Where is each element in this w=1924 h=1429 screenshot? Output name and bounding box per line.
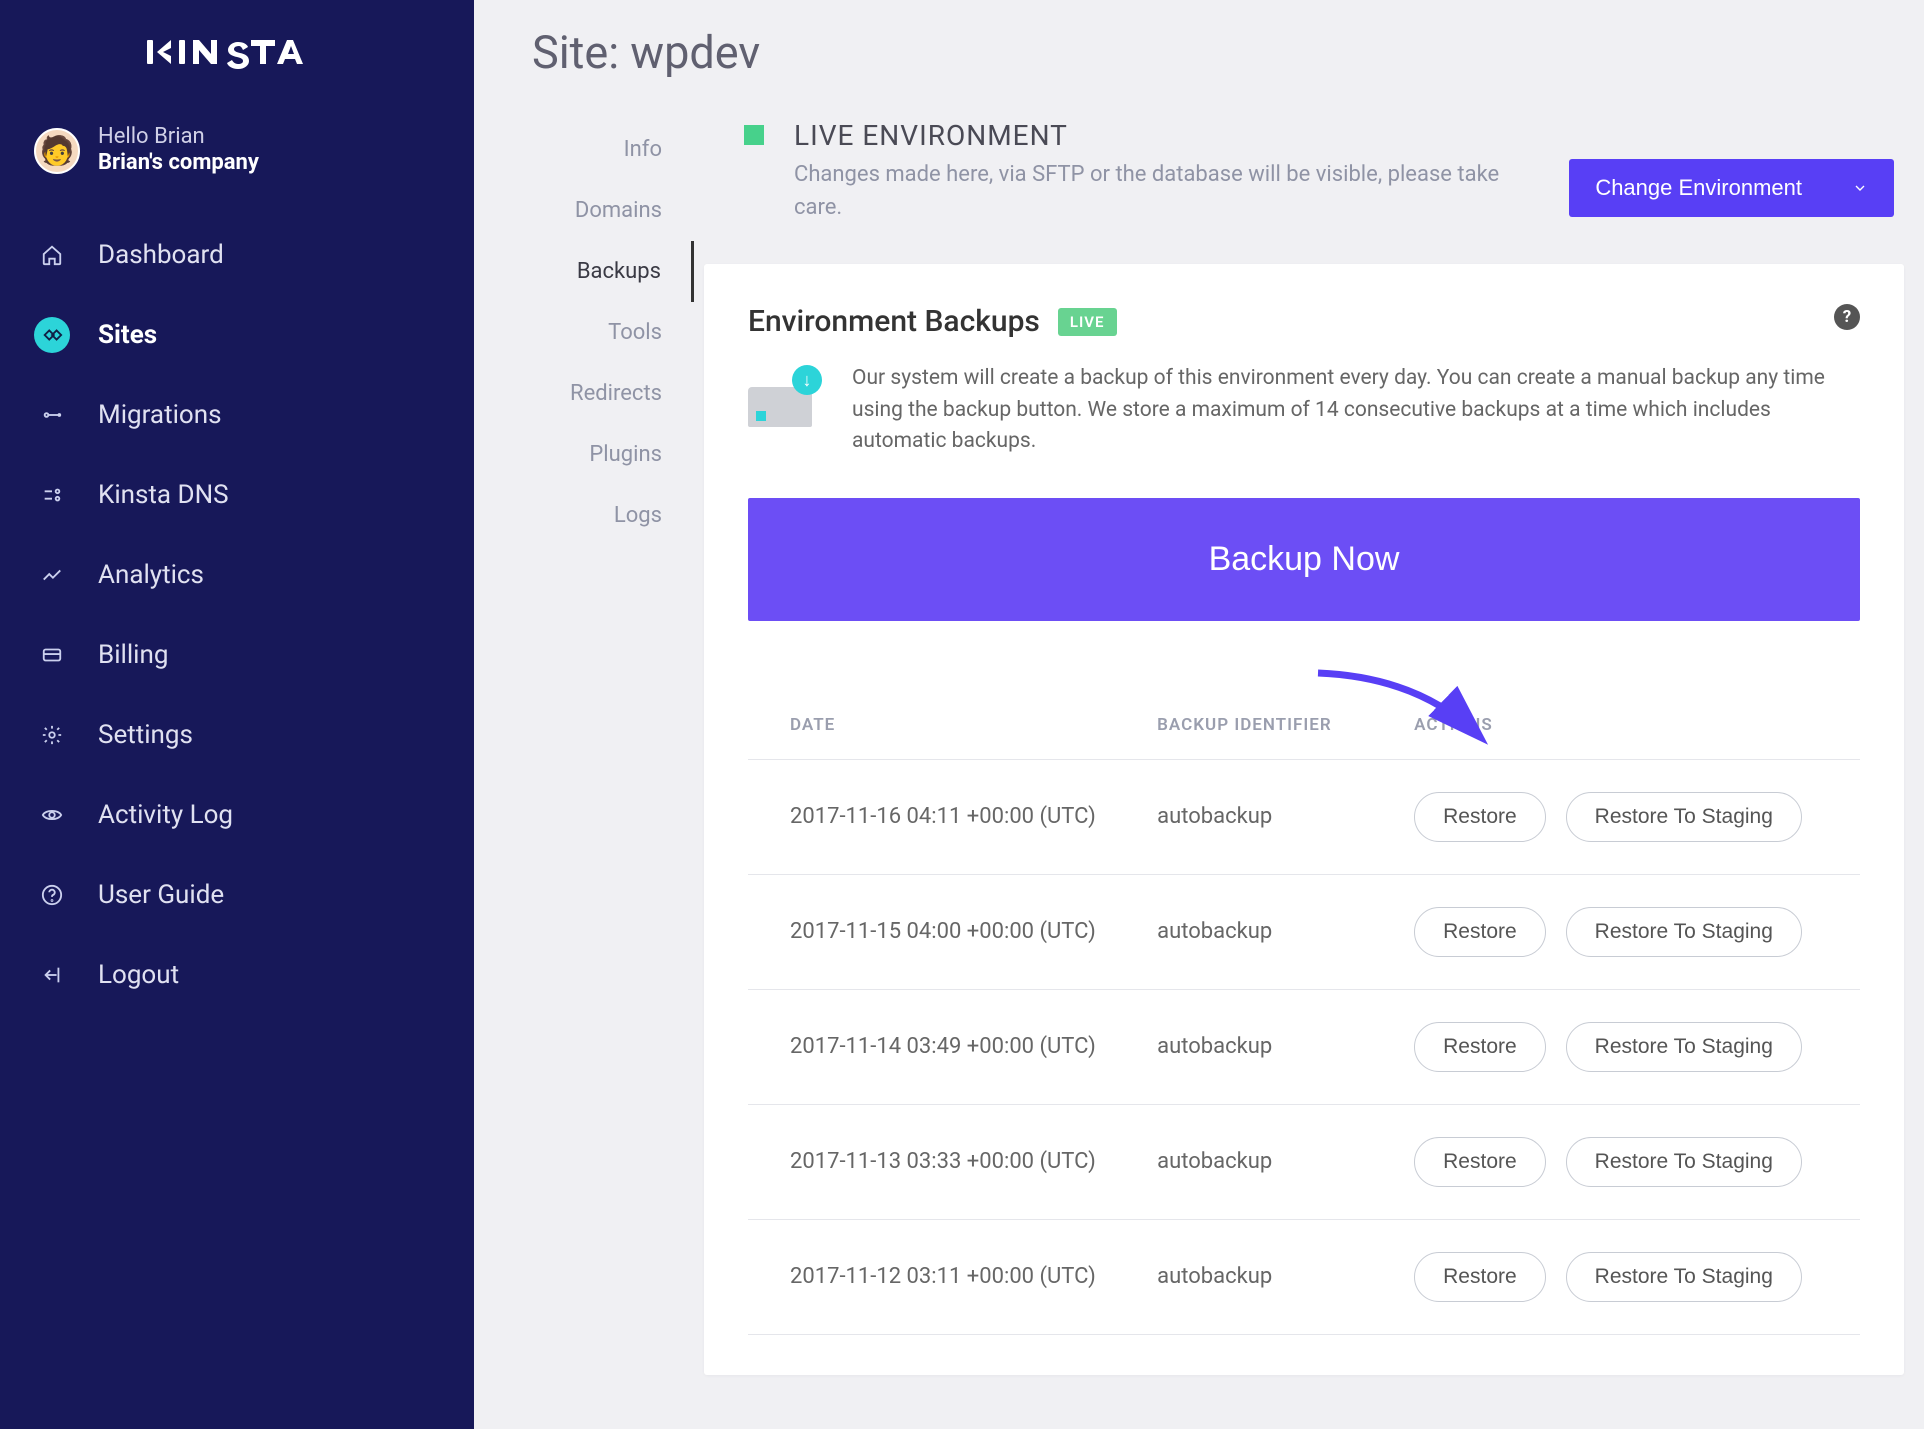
home-icon bbox=[34, 237, 70, 273]
restore-button[interactable]: Restore bbox=[1414, 792, 1546, 842]
restore-to-staging-button[interactable]: Restore To Staging bbox=[1566, 1022, 1802, 1072]
col-actions: ACTIONS bbox=[1414, 715, 1818, 735]
page-title: Site: wpdev bbox=[532, 26, 1904, 79]
env-title: LIVE ENVIRONMENT bbox=[794, 119, 1539, 152]
greeting: Hello Brian bbox=[98, 126, 259, 148]
sidebar-item-billing[interactable]: Billing bbox=[0, 615, 474, 695]
logout-icon bbox=[34, 957, 70, 993]
live-indicator-icon bbox=[744, 125, 764, 145]
guide-icon bbox=[34, 877, 70, 913]
restore-to-staging-button[interactable]: Restore To Staging bbox=[1566, 792, 1802, 842]
change-environment-button[interactable]: Change Environment bbox=[1569, 159, 1894, 217]
cell-date: 2017-11-16 04:11 +00:00 (UTC) bbox=[790, 804, 1157, 829]
table-row: 2017-11-15 04:00 +00:00 (UTC)autobackupR… bbox=[748, 875, 1860, 990]
sidebar-item-label: Sites bbox=[98, 320, 157, 350]
cell-identifier: autobackup bbox=[1157, 804, 1414, 829]
analytics-icon bbox=[34, 557, 70, 593]
cell-identifier: autobackup bbox=[1157, 1264, 1414, 1289]
backup-icon: ↓ bbox=[748, 363, 822, 458]
backups-card: ? Environment Backups LIVE ↓ Our system … bbox=[704, 264, 1904, 1375]
backup-now-button[interactable]: Backup Now bbox=[748, 498, 1860, 621]
sidebar-item-home[interactable]: Dashboard bbox=[0, 215, 474, 295]
restore-to-staging-button[interactable]: Restore To Staging bbox=[1566, 907, 1802, 957]
env-description: Changes made here, via SFTP or the datab… bbox=[794, 158, 1539, 224]
card-title: Environment Backups bbox=[748, 304, 1040, 339]
activity-icon bbox=[34, 797, 70, 833]
subnav-item-backups[interactable]: Backups bbox=[524, 241, 694, 302]
main: Site: wpdev InfoDomainsBackupsToolsRedir… bbox=[474, 0, 1924, 1429]
cell-date: 2017-11-13 03:33 +00:00 (UTC) bbox=[790, 1149, 1157, 1174]
sidebar-item-label: User Guide bbox=[98, 880, 224, 910]
cell-identifier: autobackup bbox=[1157, 1034, 1414, 1059]
dns-icon bbox=[34, 477, 70, 513]
migrations-icon bbox=[34, 397, 70, 433]
restore-to-staging-button[interactable]: Restore To Staging bbox=[1566, 1252, 1802, 1302]
chevron-down-icon bbox=[1852, 180, 1868, 196]
restore-button[interactable]: Restore bbox=[1414, 1022, 1546, 1072]
settings-icon bbox=[34, 717, 70, 753]
col-ident: BACKUP IDENTIFIER bbox=[1157, 715, 1414, 735]
sub-nav: InfoDomainsBackupsToolsRedirectsPluginsL… bbox=[524, 119, 694, 1375]
subnav-item-redirects[interactable]: Redirects bbox=[524, 363, 694, 424]
sidebar-item-migrations[interactable]: Migrations bbox=[0, 375, 474, 455]
environment-bar: LIVE ENVIRONMENT Changes made here, via … bbox=[704, 119, 1904, 264]
restore-button[interactable]: Restore bbox=[1414, 1252, 1546, 1302]
subnav-item-info[interactable]: Info bbox=[524, 119, 694, 180]
live-badge: LIVE bbox=[1058, 308, 1117, 336]
restore-button[interactable]: Restore bbox=[1414, 907, 1546, 957]
cell-identifier: autobackup bbox=[1157, 1149, 1414, 1174]
nav: Dashboard Sites Migrations Kinsta DNS Analyt… bbox=[0, 215, 474, 1015]
sidebar-item-sites[interactable]: Sites bbox=[0, 295, 474, 375]
change-environment-label: Change Environment bbox=[1595, 175, 1802, 201]
sidebar-item-label: Billing bbox=[98, 640, 168, 670]
restore-to-staging-button[interactable]: Restore To Staging bbox=[1566, 1137, 1802, 1187]
help-icon[interactable]: ? bbox=[1834, 304, 1860, 330]
sidebar-item-logout[interactable]: Logout bbox=[0, 935, 474, 1015]
table-header: DATE BACKUP IDENTIFIER ACTIONS bbox=[748, 691, 1860, 760]
table-row: 2017-11-13 03:33 +00:00 (UTC)autobackupR… bbox=[748, 1105, 1860, 1220]
table-row: 2017-11-12 03:11 +00:00 (UTC)autobackupR… bbox=[748, 1220, 1860, 1335]
sidebar-item-label: Logout bbox=[98, 960, 179, 990]
cell-identifier: autobackup bbox=[1157, 919, 1414, 944]
table-row: 2017-11-14 03:49 +00:00 (UTC)autobackupR… bbox=[748, 990, 1860, 1105]
restore-button[interactable]: Restore bbox=[1414, 1137, 1546, 1187]
user-block[interactable]: 🧑 Hello Brian Brian's company bbox=[0, 106, 474, 215]
sidebar-item-activity[interactable]: Activity Log bbox=[0, 775, 474, 855]
sidebar-item-dns[interactable]: Kinsta DNS bbox=[0, 455, 474, 535]
cell-date: 2017-11-12 03:11 +00:00 (UTC) bbox=[790, 1264, 1157, 1289]
sidebar: 🧑 Hello Brian Brian's company Dashboard S… bbox=[0, 0, 474, 1429]
sidebar-item-label: Kinsta DNS bbox=[98, 480, 229, 510]
company-name: Brian's company bbox=[98, 150, 259, 175]
table-row: 2017-11-16 04:11 +00:00 (UTC)autobackupR… bbox=[748, 760, 1860, 875]
billing-icon bbox=[34, 637, 70, 673]
col-date: DATE bbox=[790, 715, 1157, 735]
subnav-item-domains[interactable]: Domains bbox=[524, 180, 694, 241]
logo bbox=[0, 20, 474, 106]
sidebar-item-label: Analytics bbox=[98, 560, 204, 590]
subnav-item-plugins[interactable]: Plugins bbox=[524, 424, 694, 485]
sidebar-item-label: Migrations bbox=[98, 400, 222, 430]
sidebar-item-settings[interactable]: Settings bbox=[0, 695, 474, 775]
sidebar-item-label: Dashboard bbox=[98, 240, 224, 270]
sites-icon bbox=[34, 317, 70, 353]
sidebar-item-guide[interactable]: User Guide bbox=[0, 855, 474, 935]
cell-date: 2017-11-15 04:00 +00:00 (UTC) bbox=[790, 919, 1157, 944]
backups-table: DATE BACKUP IDENTIFIER ACTIONS 2017-11-1… bbox=[748, 691, 1860, 1335]
subnav-item-tools[interactable]: Tools bbox=[524, 302, 694, 363]
cell-date: 2017-11-14 03:49 +00:00 (UTC) bbox=[790, 1034, 1157, 1059]
avatar: 🧑 bbox=[34, 128, 80, 174]
sidebar-item-analytics[interactable]: Analytics bbox=[0, 535, 474, 615]
sidebar-item-label: Activity Log bbox=[98, 800, 233, 830]
subnav-item-logs[interactable]: Logs bbox=[524, 485, 694, 546]
card-description: Our system will create a backup of this … bbox=[852, 363, 1860, 458]
sidebar-item-label: Settings bbox=[98, 720, 193, 750]
